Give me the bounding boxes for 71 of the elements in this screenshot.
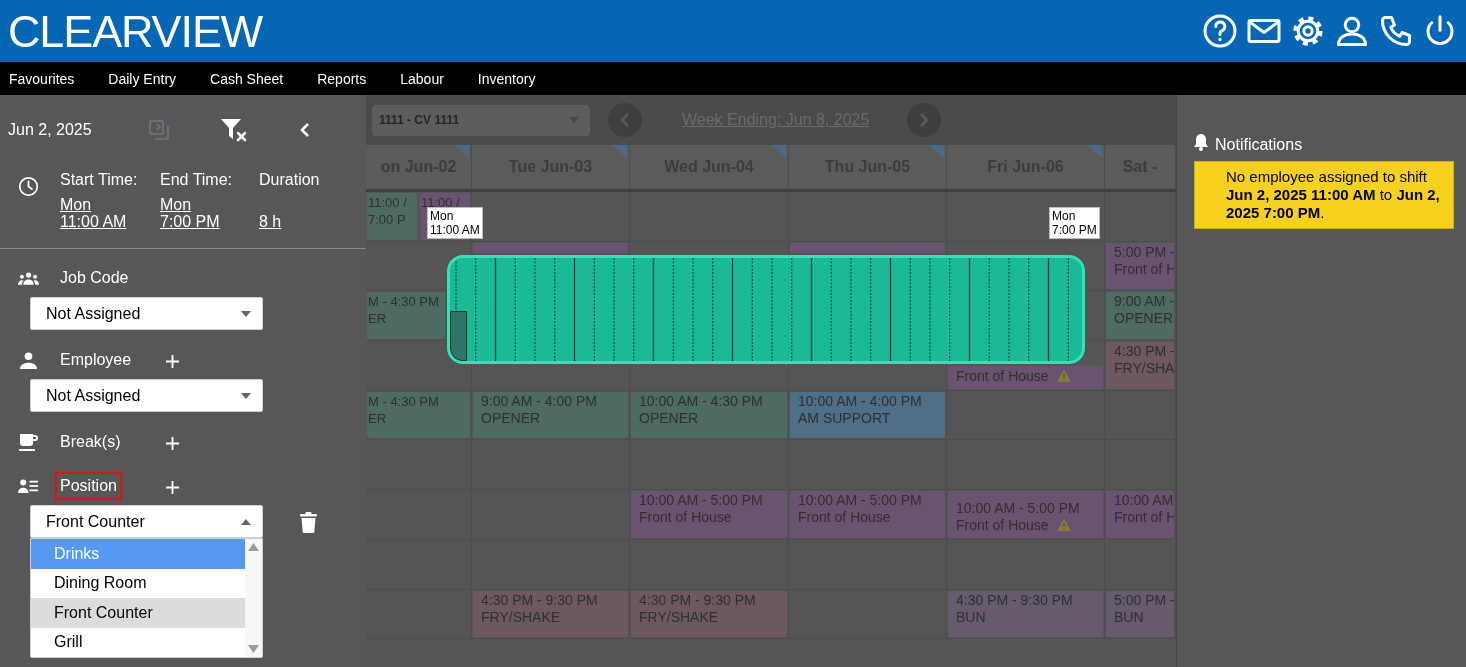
dropdown-option[interactable]: Drinks: [31, 539, 245, 569]
time-link[interactable]: 8 h: [259, 196, 320, 230]
caret-icon: [241, 392, 251, 399]
filter-clear-icon[interactable]: [220, 117, 248, 143]
field-label: Break(s): [59, 432, 122, 452]
shift-block[interactable]: M - 4:30 PM ER: [367, 391, 470, 439]
shift-block[interactable]: 10:00 AM - 4:30 PM OPENER: [631, 391, 787, 439]
shift-block[interactable]: 9:00 AM - 4:00 PM OPENER: [473, 391, 628, 439]
field-label: End Time:: [160, 170, 234, 190]
caret-icon: [241, 310, 251, 317]
select-field[interactable]: Front Counter: [30, 505, 263, 538]
help-icon[interactable]: [1202, 13, 1238, 49]
menu-item[interactable]: Reports: [317, 68, 367, 89]
warning-icon: [1056, 370, 1071, 383]
chevron-right-icon: [919, 113, 930, 127]
phone-icon[interactable]: [1378, 13, 1414, 49]
menu-item[interactable]: Favourites: [9, 68, 75, 89]
time-link[interactable]: Mon 7:00 PM: [160, 196, 259, 230]
menu-item[interactable]: Daily Entry: [108, 68, 177, 89]
trash-icon[interactable]: [300, 512, 317, 533]
shift-block[interactable]: 10:00 AM - 4:00 PM AM SUPPORT: [790, 391, 945, 439]
shift-block[interactable]: 4:30 PM - FRY/SHA: [1106, 342, 1174, 389]
date-label: Jun 2, 2025: [8, 120, 93, 140]
shift-block[interactable]: 4:30 PM - 9:30 PM FRY/SHAKE: [473, 590, 628, 638]
notification-message: No employee assigned to shift Jun 2, 2025 11:00 AM to Jun 2, 2025 7:00 PM.: [1194, 161, 1454, 229]
time-tooltip: Mon 7:00 PM: [1049, 207, 1100, 239]
shift-block[interactable]: 10:00 AM - 5:00 PM Front of House: [948, 491, 1103, 538]
shift-block[interactable]: 10:00 AM - 5:00 PM Front of House: [631, 491, 787, 538]
scroll-down-icon[interactable]: [248, 645, 259, 653]
scroll-up-icon[interactable]: [248, 543, 259, 551]
clock-icon: [18, 176, 39, 197]
resize-handle[interactable]: [450, 311, 467, 361]
collapse-icon[interactable]: [299, 122, 311, 138]
person-icon: [20, 351, 37, 369]
caret-icon: [569, 117, 579, 123]
field-label: Job Code: [59, 268, 130, 288]
shift-block[interactable]: 4:30 PM - 9:30 PM BUN: [948, 590, 1103, 638]
person-list-icon: [18, 478, 39, 494]
shift-block[interactable]: M - 4:30 PM ER: [367, 292, 445, 340]
scrollbar[interactable]: [245, 539, 262, 657]
logo: CLEARVIEW: [8, 8, 263, 54]
time-tooltip: Mon 11:00 AM: [427, 207, 483, 239]
menu-item[interactable]: Labour: [400, 68, 444, 89]
time-link[interactable]: Mon 11:00 AM: [60, 196, 160, 230]
plus-icon[interactable]: [165, 436, 180, 451]
warning-icon: [1056, 519, 1071, 532]
shift-block[interactable]: 10:00 AM - 5:00 PM Front of House: [790, 491, 945, 538]
plus-icon[interactable]: [165, 354, 180, 369]
chevron-left-icon: [620, 113, 630, 127]
panel-title: Notifications: [1215, 135, 1303, 155]
field-label: Employee: [59, 350, 133, 370]
select-field[interactable]: Not Assigned: [30, 379, 263, 412]
shift-selection-bar[interactable]: [447, 255, 1085, 364]
group-icon: [18, 270, 39, 286]
shift-block[interactable]: 4:30 PM - 9:30 PM FRY/SHAKE: [631, 590, 787, 638]
settings-icon[interactable]: [1290, 13, 1326, 49]
cup-icon: [18, 432, 39, 452]
shift-block[interactable]: 5:00 PM - BUN: [1106, 590, 1174, 638]
shift-block[interactable]: Front of House: [948, 365, 1103, 389]
shift-block[interactable]: 11:00 / 7:00 P: [367, 193, 417, 240]
dropdown-option[interactable]: Front Counter: [31, 598, 245, 628]
shift-block[interactable]: 9:00 AM - OPENER: [1106, 292, 1174, 340]
select-field[interactable]: Not Assigned: [30, 297, 263, 330]
field-label: Start Time:: [60, 170, 139, 190]
menu-item[interactable]: Inventory: [477, 68, 536, 89]
plus-icon[interactable]: [165, 480, 180, 495]
menu-item[interactable]: Cash Sheet: [210, 68, 284, 89]
field-label: Duration: [259, 170, 320, 190]
caret-icon: [241, 518, 251, 525]
bell-icon: [1193, 133, 1209, 151]
field-label: Position: [55, 472, 122, 500]
